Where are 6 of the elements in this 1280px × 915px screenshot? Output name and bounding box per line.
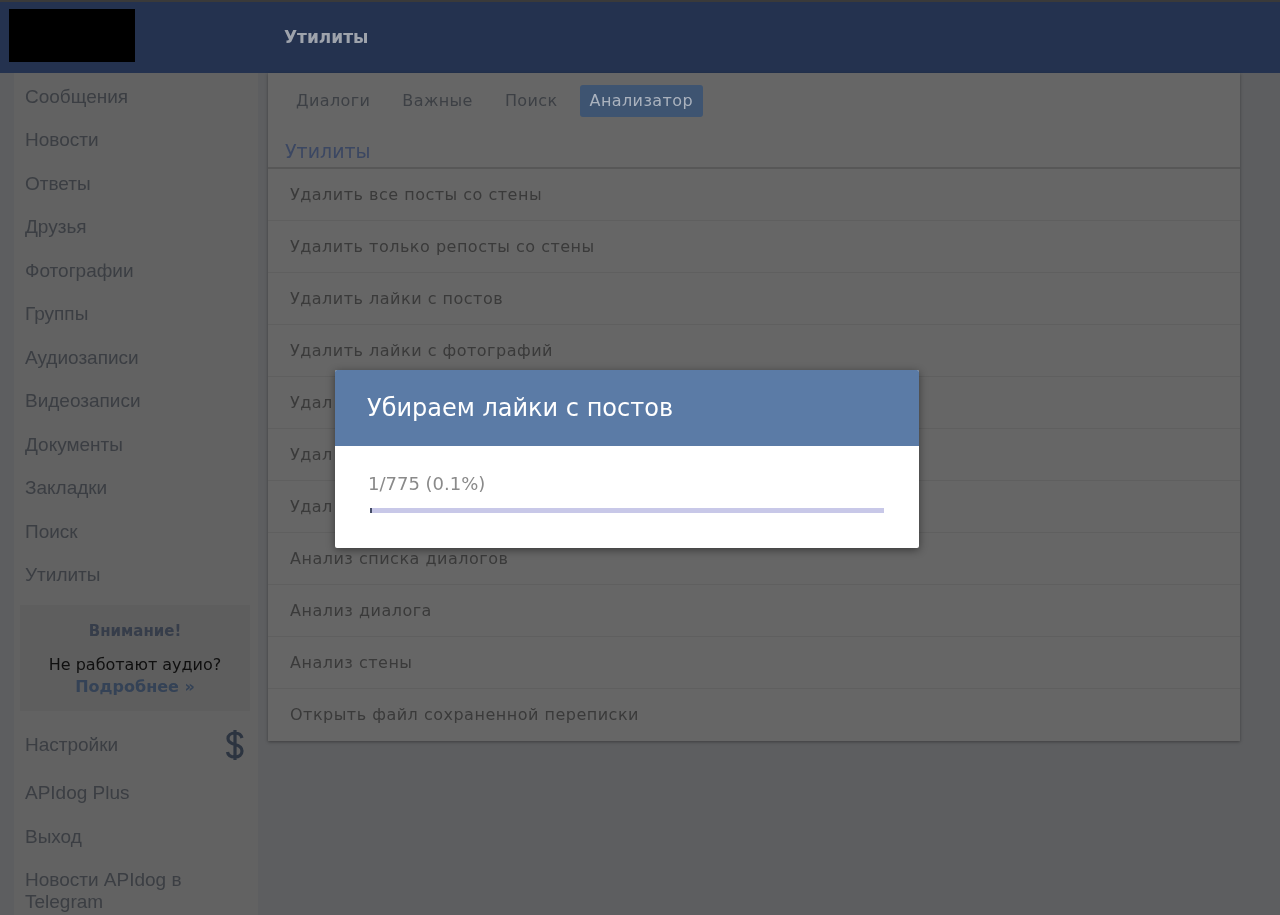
page-title: Утилиты — [283, 25, 369, 49]
progress-text: 1/775 (0.1%) — [368, 472, 487, 496]
dollar-icon[interactable] — [225, 728, 245, 761]
dialog-title: Убираем лайки с постов — [367, 393, 674, 424]
tab[interactable]: Анализатор — [579, 85, 703, 117]
notice-text: Не работают аудио? — [48, 654, 222, 676]
